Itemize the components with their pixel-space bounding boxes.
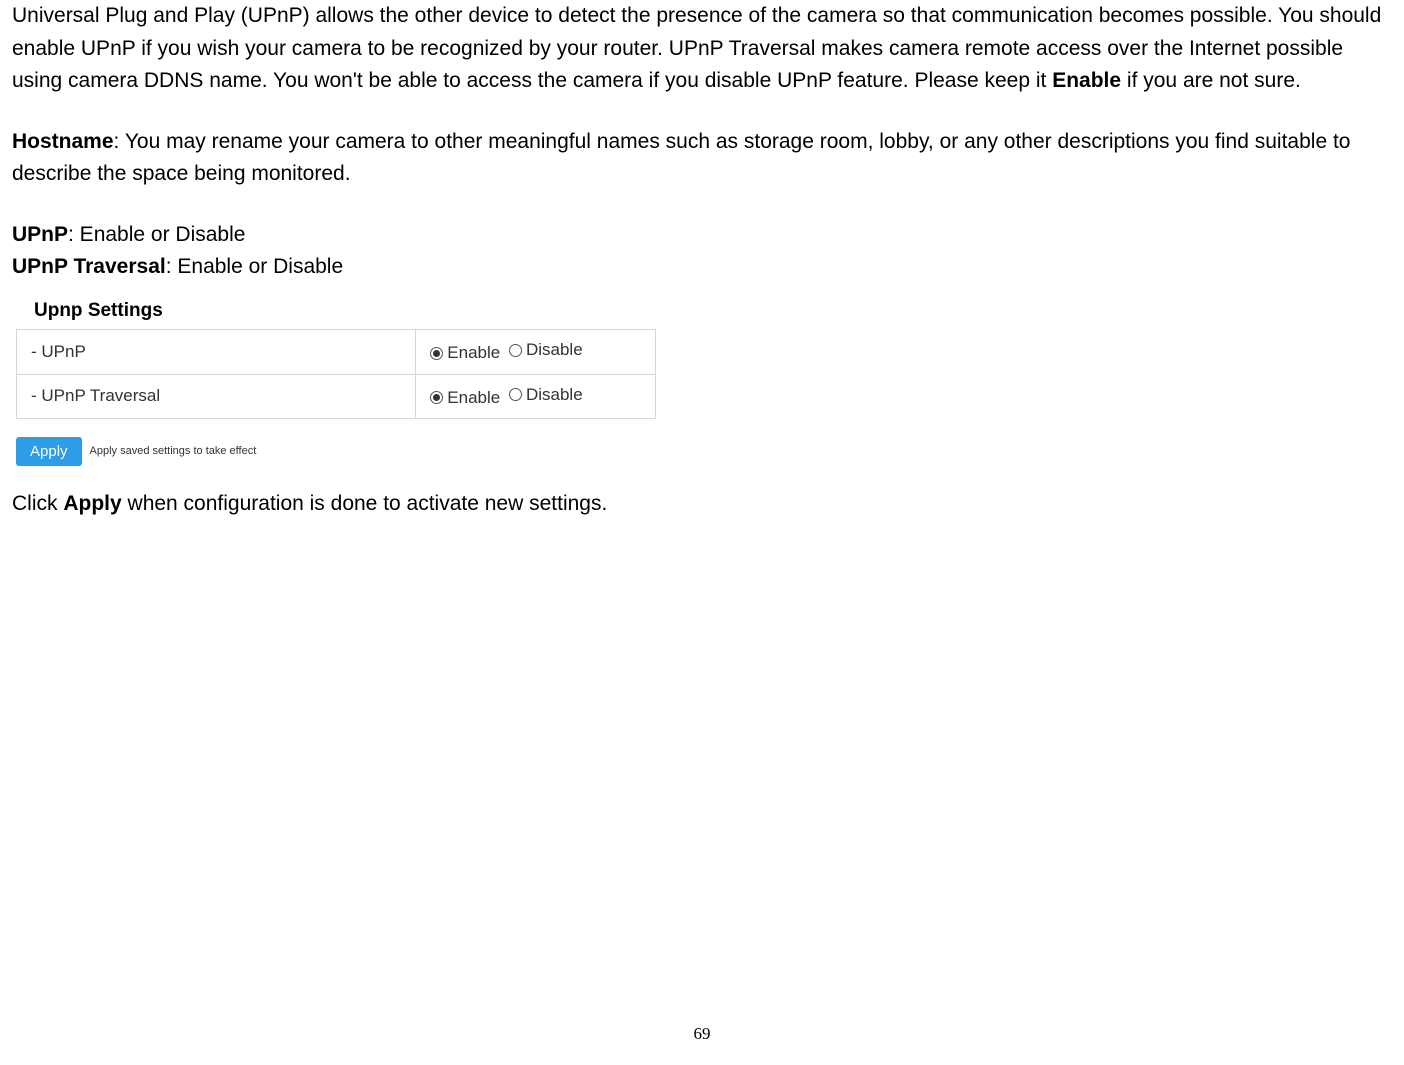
table-row: - UPnP Traversal Enable Disable: [17, 374, 656, 418]
radio-upnp-disable[interactable]: Disable: [509, 337, 583, 363]
radio-enable-label: Enable: [447, 340, 500, 366]
apply-button[interactable]: Apply: [16, 437, 82, 466]
radio-circle-icon: [509, 344, 522, 357]
upnp-traversal-line: UPnP Traversal: Enable or Disable: [12, 251, 1392, 284]
upnp-label: UPnP: [12, 223, 68, 246]
intro-text-b: if you are not sure.: [1121, 69, 1301, 92]
table-row: - UPnP Enable Disable: [17, 330, 656, 374]
hostname-label: Hostname: [12, 130, 114, 153]
upnp-traversal-text: : Enable or Disable: [166, 255, 343, 278]
row-controls: Enable Disable: [416, 374, 656, 418]
hostname-text: : You may rename your camera to other me…: [12, 130, 1350, 186]
panel-title: Upnp Settings: [12, 290, 1392, 329]
intro-bold-enable: Enable: [1052, 69, 1121, 92]
row-controls: Enable Disable: [416, 330, 656, 374]
row-label: - UPnP: [17, 330, 416, 374]
intro-paragraph: Universal Plug and Play (UPnP) allows th…: [12, 0, 1392, 98]
radio-upnp-traversal-disable[interactable]: Disable: [509, 382, 583, 408]
closing-paragraph: Click Apply when configuration is done t…: [12, 488, 1392, 521]
radio-dot-icon: [430, 391, 443, 404]
radio-disable-label: Disable: [526, 337, 583, 363]
row-label: - UPnP Traversal: [17, 374, 416, 418]
upnp-line: UPnP: Enable or Disable: [12, 219, 1392, 252]
upnp-text: : Enable or Disable: [68, 223, 245, 246]
hostname-paragraph: Hostname: You may rename your camera to …: [12, 126, 1392, 191]
radio-enable-label: Enable: [447, 385, 500, 411]
apply-hint: Apply saved settings to take effect: [90, 443, 257, 460]
radio-disable-label: Disable: [526, 382, 583, 408]
radio-upnp-traversal-enable[interactable]: Enable: [430, 385, 500, 411]
settings-table: - UPnP Enable Disable - UPnP Traversal E…: [16, 329, 656, 419]
closing-bold-apply: Apply: [63, 492, 121, 515]
apply-row: Apply Apply saved settings to take effec…: [16, 437, 1392, 466]
radio-upnp-enable[interactable]: Enable: [430, 340, 500, 366]
page-number: 69: [0, 1021, 1404, 1047]
upnp-traversal-label: UPnP Traversal: [12, 255, 166, 278]
closing-text-a: Click: [12, 492, 63, 515]
upnp-settings-panel: Upnp Settings - UPnP Enable Disable - UP…: [12, 290, 1392, 466]
radio-dot-icon: [430, 347, 443, 360]
radio-circle-icon: [509, 388, 522, 401]
closing-text-b: when configuration is done to activate n…: [122, 492, 608, 515]
